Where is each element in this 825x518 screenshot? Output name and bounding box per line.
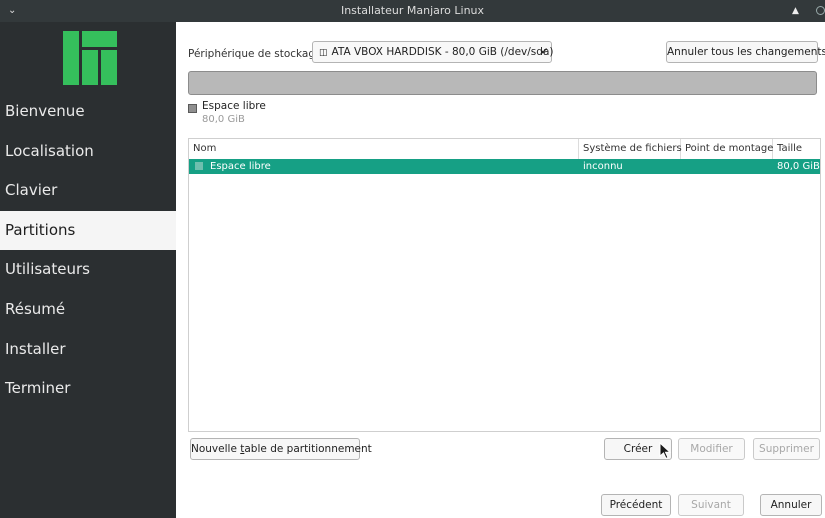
delete-button[interactable]: Supprimer — [753, 438, 820, 460]
manjaro-logo-icon — [63, 31, 117, 85]
column-header-mount[interactable]: Point de montage — [681, 139, 773, 159]
free-space-swatch — [195, 162, 203, 170]
storage-device-select[interactable]: ◫ ATA VBOX HARDDISK - 80,0 GiB (/dev/sda)… — [312, 41, 554, 63]
storage-device-label: Périphérique de stockage: — [188, 48, 326, 60]
sidebar-item-partitions: Partitions — [0, 211, 176, 250]
sidebar-item-terminer: Terminer — [5, 379, 71, 397]
mouse-cursor-icon — [659, 442, 672, 460]
sidebar-item-installer: Installer — [5, 340, 66, 358]
sidebar-item-clavier: Clavier — [5, 181, 58, 199]
revert-all-changes-button[interactable]: Annuler tous les changements — [666, 41, 825, 63]
row-filesystem: inconnu — [583, 161, 623, 172]
sidebar: Bienvenue Localisation Clavier Partition… — [0, 22, 176, 518]
column-header-name[interactable]: Nom — [189, 139, 579, 159]
cancel-button[interactable]: Annuler — [760, 494, 822, 516]
new-partition-table-button[interactable]: Nouvelle table de partitionnement — [190, 438, 372, 460]
column-header-size[interactable]: Taille — [773, 139, 820, 159]
window-title: Installateur Manjaro Linux — [340, 4, 485, 17]
sidebar-item-utilisateurs: Utilisateurs — [5, 260, 90, 278]
row-name: Espace libre — [210, 161, 271, 172]
free-space-swatch — [188, 104, 197, 113]
column-header-filesystem[interactable]: Système de fichiers — [579, 139, 682, 159]
sidebar-item-resume: Résumé — [5, 300, 66, 318]
row-size: 80,0 GiB — [777, 161, 820, 172]
partition-table: Nom Système de fichiers Point de montage… — [188, 138, 821, 432]
legend-label: Espace libre — [202, 100, 266, 112]
title-bar: ⌄ Installateur Manjaro Linux ▲ — [0, 0, 825, 22]
maximize-icon[interactable]: ▲ — [792, 0, 799, 22]
partition-bar — [188, 71, 817, 95]
sidebar-item-localisation: Localisation — [5, 142, 94, 160]
next-button[interactable]: Suivant — [678, 494, 744, 516]
legend-size: 80,0 GiB — [202, 114, 245, 125]
disk-icon: ◫ — [319, 48, 328, 58]
chevron-down-icon: ✔ — [540, 47, 548, 57]
close-icon[interactable] — [816, 6, 825, 15]
previous-button[interactable]: Précédent — [601, 494, 671, 516]
modify-button[interactable]: Modifier — [678, 438, 745, 460]
table-row[interactable]: Espace libre inconnu 80,0 GiB — [189, 159, 820, 174]
partitions-page: Périphérique de stockage: ◫ ATA VBOX HARD… — [176, 22, 825, 518]
sidebar-item-bienvenue: Bienvenue — [5, 102, 85, 120]
storage-device-value: ATA VBOX HARDDISK - 80,0 GiB (/dev/sda) — [331, 46, 554, 58]
